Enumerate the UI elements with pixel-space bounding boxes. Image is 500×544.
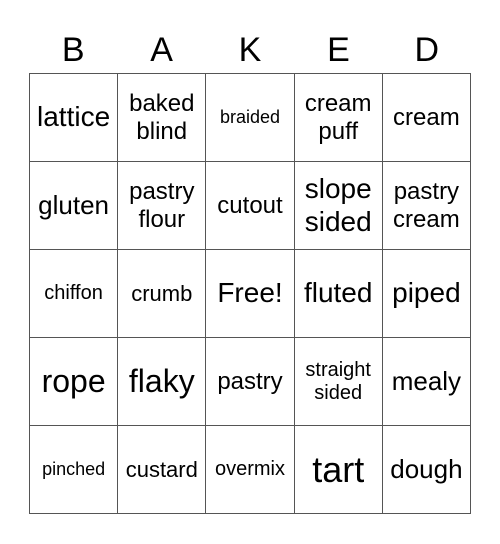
free-space-cell[interactable]: Free! — [206, 250, 295, 338]
bingo-cell[interactable]: fluted — [294, 250, 383, 338]
bingo-grid: lattice baked blind braided cream puff c… — [29, 73, 471, 514]
bingo-cell[interactable]: pastry flour — [118, 162, 207, 250]
header-letter-a: A — [150, 31, 173, 69]
bingo-cell[interactable]: slope sided — [294, 162, 383, 250]
header-letter-e: E — [327, 31, 350, 69]
bingo-cell[interactable]: pinched — [30, 426, 119, 514]
bingo-cell[interactable]: cutout — [206, 162, 295, 250]
bingo-cell[interactable]: gluten — [30, 162, 119, 250]
bingo-cell[interactable]: baked blind — [118, 74, 207, 162]
bingo-cell[interactable]: dough — [382, 426, 471, 514]
bingo-cell[interactable]: rope — [30, 338, 119, 426]
bingo-cell[interactable]: mealy — [382, 338, 471, 426]
bingo-header: B A K E D — [29, 28, 471, 72]
bingo-cell[interactable]: pastry — [206, 338, 295, 426]
bingo-cell[interactable]: flaky — [118, 338, 207, 426]
bingo-cell[interactable]: pastry cream — [382, 162, 471, 250]
bingo-cell[interactable]: straight sided — [294, 338, 383, 426]
bingo-cell[interactable]: custard — [118, 426, 207, 514]
bingo-cell[interactable]: crumb — [118, 250, 207, 338]
bingo-cell[interactable]: piped — [382, 250, 471, 338]
header-letter-d: D — [414, 31, 440, 69]
header-letter-k: K — [238, 31, 262, 69]
bingo-cell[interactable]: tart — [294, 426, 383, 514]
bingo-cell[interactable]: chiffon — [30, 250, 119, 338]
bingo-cell[interactable]: cream puff — [294, 74, 383, 162]
header-letter-b: B — [61, 31, 85, 69]
bingo-cell[interactable]: lattice — [30, 74, 119, 162]
bingo-cell[interactable]: overmix — [206, 426, 295, 514]
bingo-cell[interactable]: braided — [206, 74, 295, 162]
bingo-cell[interactable]: cream — [382, 74, 471, 162]
